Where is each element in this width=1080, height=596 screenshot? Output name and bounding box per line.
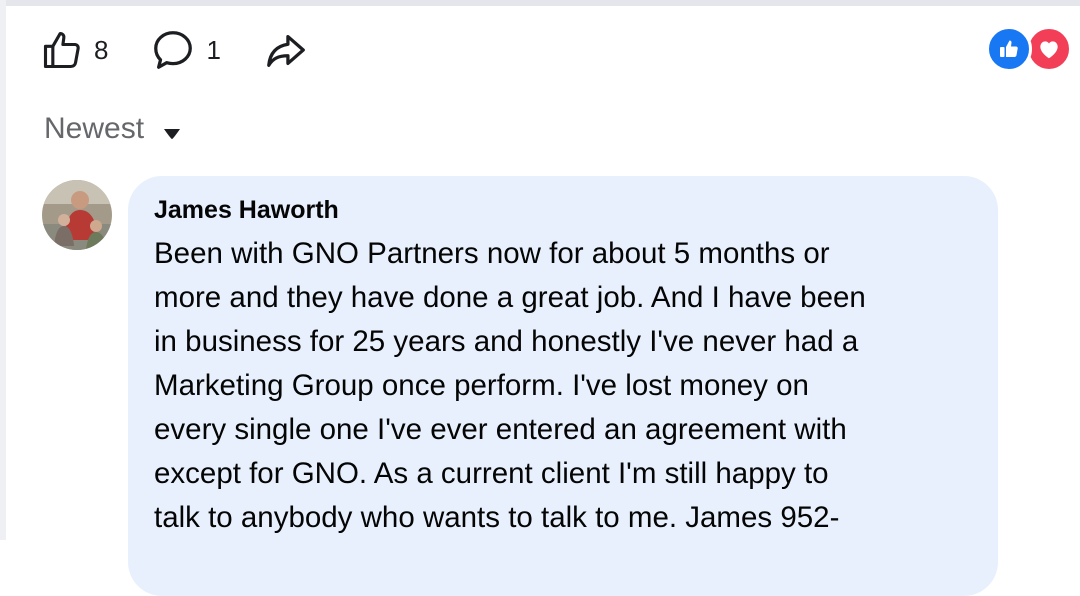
caret-down-icon	[162, 114, 182, 148]
comment-author[interactable]: James Haworth	[154, 196, 339, 225]
comment-line: in business for 25 years and honestly I'…	[154, 325, 859, 358]
comment-bubble-icon	[150, 27, 196, 73]
share-arrow-icon	[263, 27, 309, 73]
comment-button[interactable]: 1	[150, 27, 221, 73]
share-button[interactable]	[263, 27, 309, 73]
comment-line: Been with GNO Partners now for about 5 m…	[154, 237, 830, 270]
avatar[interactable]	[42, 180, 112, 250]
comment-sort-dropdown[interactable]: Newest	[44, 110, 182, 148]
thumbs-up-icon	[40, 28, 84, 72]
love-reaction-icon	[1026, 26, 1072, 72]
post-action-bar: 8 1	[40, 22, 351, 78]
sort-label: Newest	[44, 112, 145, 145]
comment-line: more and they have done a great job. And…	[154, 281, 866, 314]
left-edge	[0, 0, 6, 540]
comment-line: except for GNO. As a current client I'm …	[154, 457, 829, 490]
comment-line: Marketing Group once perform. I've lost …	[154, 369, 809, 402]
reaction-summary[interactable]	[986, 26, 1072, 72]
top-divider	[0, 0, 1080, 6]
like-button[interactable]: 8	[40, 28, 108, 72]
comment-count: 1	[206, 34, 221, 65]
like-count: 8	[94, 34, 109, 65]
like-reaction-icon	[986, 26, 1032, 72]
comment-text: Been with GNO Partners now for about 5 m…	[154, 232, 984, 540]
comment-line: talk to anybody who wants to talk to me.…	[154, 501, 840, 534]
comment-line: every single one I've ever entered an ag…	[154, 413, 847, 446]
